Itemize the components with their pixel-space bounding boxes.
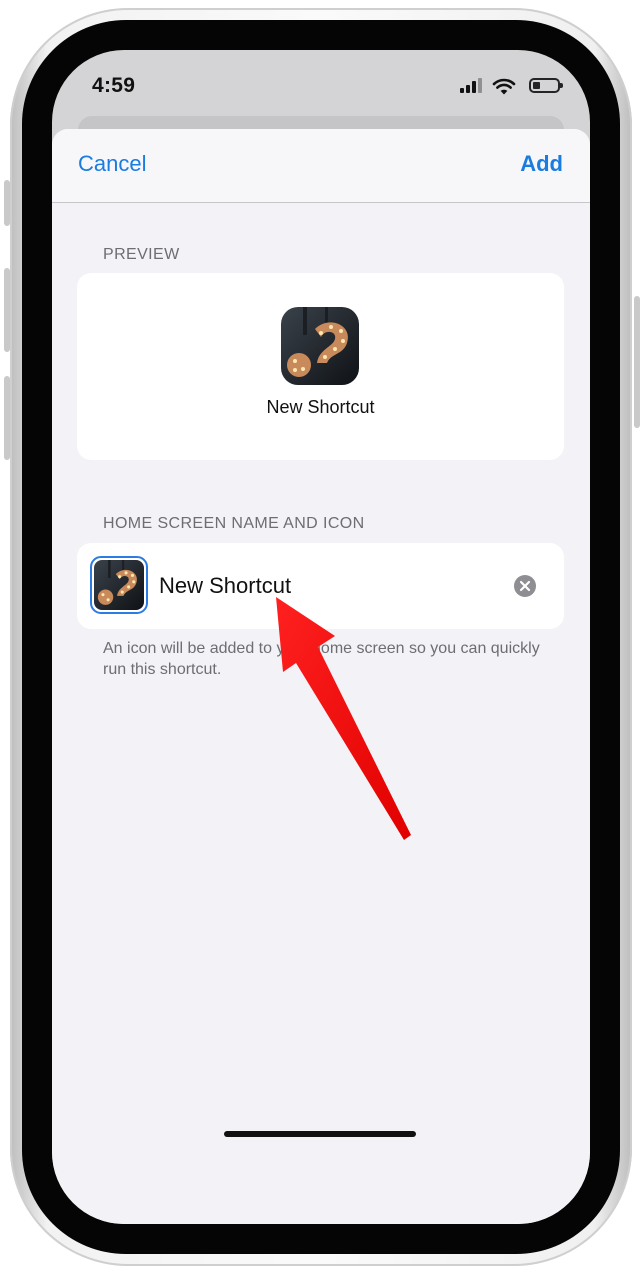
- red-arrow-icon: [276, 597, 411, 840]
